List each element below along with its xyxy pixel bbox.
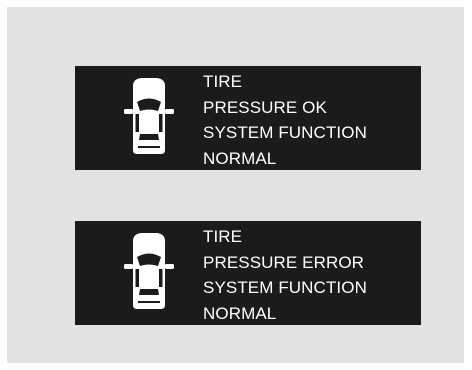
message-line: NORMAL bbox=[203, 148, 277, 168]
message-line: PRESSURE OK bbox=[203, 97, 327, 117]
message-text: TIRE PRESSURE ERROR SYSTEM FUNCTION NORM… bbox=[203, 224, 367, 326]
message-line: TIRE bbox=[203, 72, 243, 91]
message-line: SYSTEM FUNCTION bbox=[203, 278, 367, 297]
car-top-view-icon bbox=[124, 233, 174, 309]
car-top-view-icon bbox=[124, 78, 174, 154]
message-line: SYSTEM FUNCTION bbox=[203, 123, 367, 142]
tire-pressure-error-display: TIRE PRESSURE ERROR SYSTEM FUNCTION NORM… bbox=[75, 221, 421, 325]
message-line: PRESSURE ERROR bbox=[203, 252, 365, 272]
tire-pressure-ok-display: TIRE PRESSURE OK SYSTEM FUNCTION NORMAL bbox=[75, 66, 421, 170]
message-line: NORMAL bbox=[203, 303, 277, 323]
message-text: TIRE PRESSURE OK SYSTEM FUNCTION NORMAL bbox=[203, 69, 367, 171]
message-line: TIRE bbox=[203, 227, 243, 246]
figure-panel: TIRE PRESSURE OK SYSTEM FUNCTION NORMAL … bbox=[7, 7, 464, 363]
